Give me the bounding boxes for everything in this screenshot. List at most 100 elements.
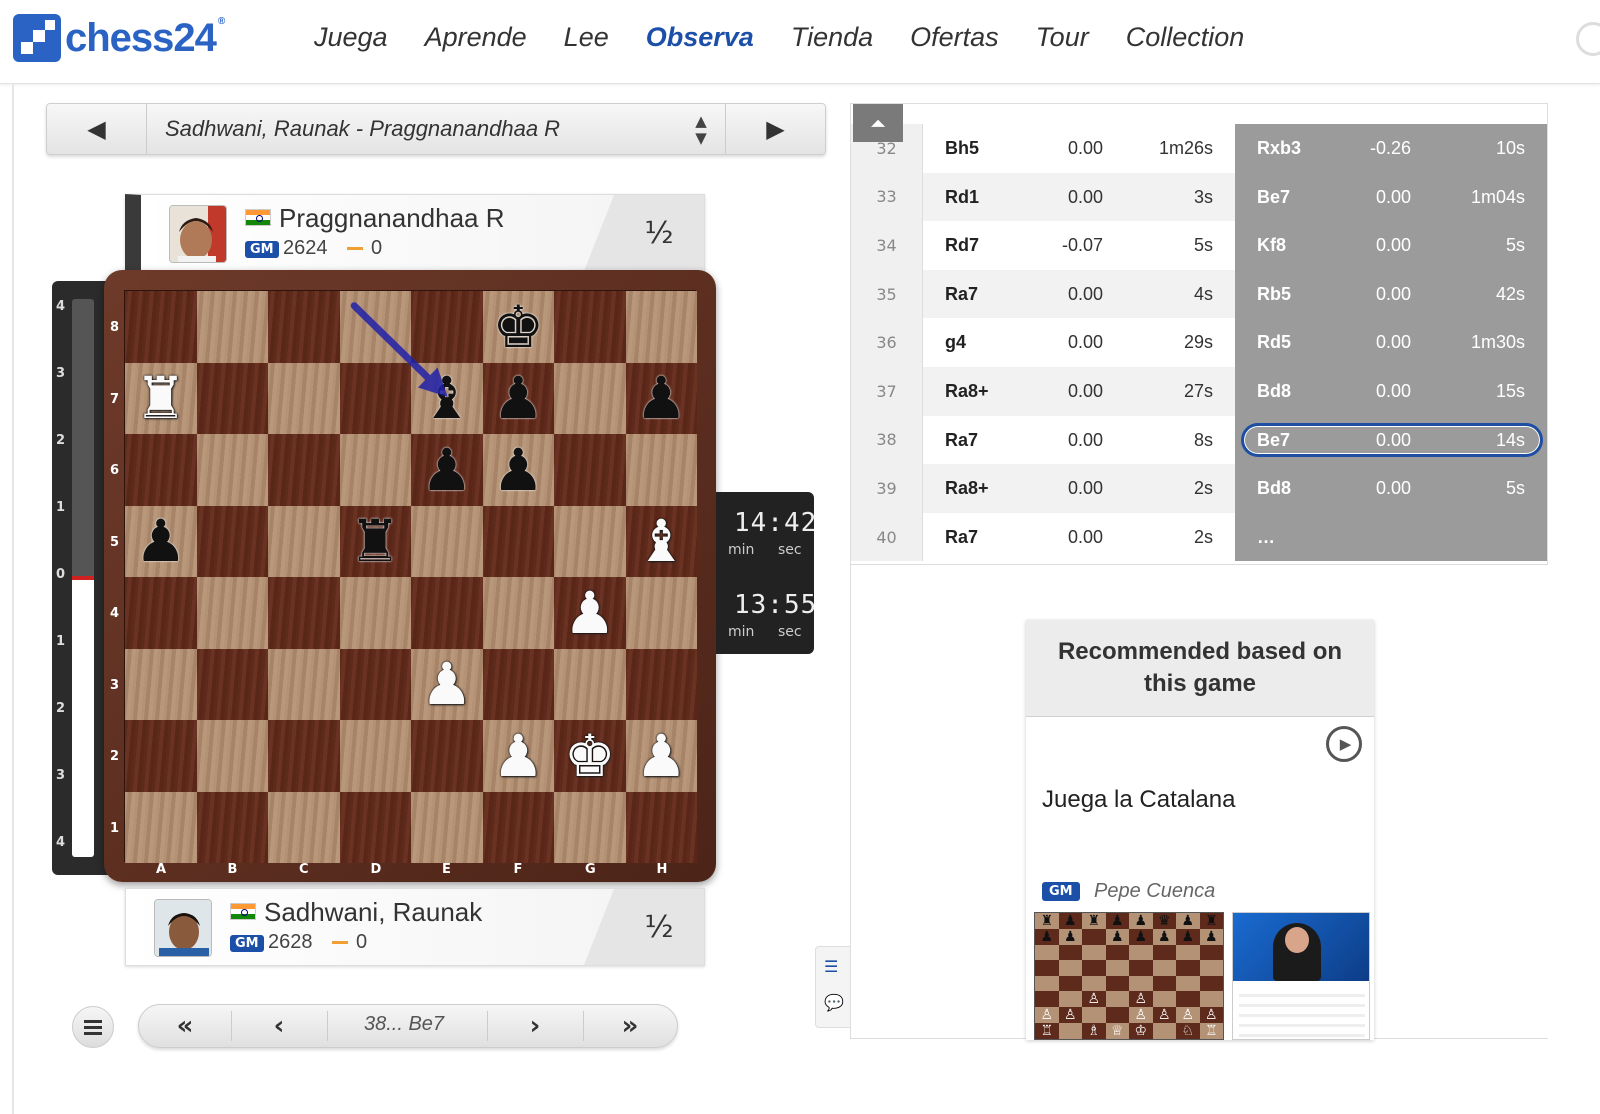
game-selector[interactable]: ◀ Sadhwani, Raunak - Praggnanandhaa R ▲ ▼… [46,103,826,155]
game-dropdown-icon[interactable]: ▲ ▼ [687,112,715,148]
square-a5[interactable]: ♟ [125,505,197,578]
nav-item-aprende[interactable]: Aprende [425,22,527,53]
square-f8[interactable]: ♚ [482,291,555,363]
next-game-button[interactable]: ▶ [725,104,825,154]
square-b5[interactable] [196,505,268,577]
square-g8[interactable] [554,291,626,363]
white-move[interactable]: Bh5 0.00 1m26s [923,124,1235,173]
previous-move-button[interactable]: ‹ [231,1005,327,1047]
black-move[interactable]: Rd5 0.00 1m30s [1235,318,1547,367]
square-a7[interactable]: ♜ [125,362,197,435]
search-icon[interactable] [1576,22,1600,56]
square-b7[interactable] [196,362,268,434]
nav-item-collection[interactable]: Collection [1126,22,1245,53]
square-a4[interactable] [125,577,197,649]
player-name[interactable]: Praggnanandhaa R [279,203,505,234]
square-a2[interactable] [125,720,197,792]
square-h5[interactable]: ♝ [625,505,698,578]
square-g5[interactable] [554,505,626,577]
nav-item-tour[interactable]: Tour [1036,22,1089,53]
chat-icon[interactable]: 💬 [824,993,844,1012]
square-e2[interactable] [411,720,483,792]
square-f7[interactable]: ♟ [482,362,555,435]
collapse-up-icon[interactable]: ⏶ [853,104,903,142]
square-e1[interactable] [411,791,483,863]
square-g1[interactable] [554,791,626,863]
video-thumbnail-presenter[interactable] [1232,912,1370,1040]
square-h2[interactable]: ♟ [625,720,698,792]
square-f2[interactable]: ♟ [482,720,555,792]
square-d1[interactable] [339,791,411,863]
black-move[interactable]: Rxb3 -0.26 10s [1235,124,1547,173]
white-bishop-icon[interactable]: ♝ [626,506,698,578]
square-f3[interactable] [482,648,554,720]
black-pawn-icon[interactable]: ♟ [125,506,197,578]
previous-game-button[interactable]: ◀ [47,104,147,154]
square-d7[interactable] [339,362,411,434]
white-rook-icon[interactable]: ♜ [125,363,197,435]
square-h6[interactable] [625,434,697,506]
black-move[interactable]: Be7 0.00 1m04s [1235,172,1547,222]
square-f6[interactable]: ♟ [482,434,555,506]
white-move[interactable]: Ra7 0.00 8s [923,415,1235,465]
black-pawn-icon[interactable]: ♟ [483,434,555,506]
white-pawn-icon[interactable]: ♟ [483,720,555,792]
square-g7[interactable] [554,362,626,434]
black-pawn-icon[interactable]: ♟ [626,363,698,435]
black-move[interactable]: Bd8 0.00 15s [1235,367,1547,416]
square-e5[interactable] [411,505,483,577]
square-e4[interactable] [411,577,483,649]
play-circle-icon[interactable]: ▶ [1326,726,1362,762]
square-d6[interactable] [339,434,411,506]
square-g3[interactable] [554,648,626,720]
square-a3[interactable] [125,648,197,720]
square-a8[interactable] [125,291,197,363]
square-b4[interactable] [196,577,268,649]
white-move[interactable]: Ra7 0.00 4s [923,269,1235,319]
list-icon[interactable]: ☰ [824,957,838,976]
square-h7[interactable]: ♟ [625,362,698,435]
black-pawn-icon[interactable]: ♟ [483,363,555,435]
white-pawn-icon[interactable]: ♟ [411,649,483,721]
square-h3[interactable] [625,648,697,720]
square-e7[interactable]: ♝ [411,362,483,435]
square-c5[interactable] [268,505,340,577]
black-rook-icon[interactable]: ♜ [340,506,412,578]
black-pawn-icon[interactable]: ♟ [411,434,483,506]
square-c2[interactable] [268,720,340,792]
square-a6[interactable] [125,434,197,506]
recommended-title[interactable]: Juega la Catalana [1042,786,1235,814]
black-king-icon[interactable]: ♚ [483,291,555,363]
white-pawn-icon[interactable]: ♟ [554,577,626,649]
square-f4[interactable] [482,577,554,649]
square-g2[interactable]: ♚ [554,720,626,792]
board-menu-button[interactable] [72,1006,114,1048]
square-b8[interactable] [196,291,268,363]
square-c4[interactable] [268,577,340,649]
square-c6[interactable] [268,434,340,506]
square-d5[interactable]: ♜ [339,505,412,578]
white-pawn-icon[interactable]: ♟ [626,720,698,792]
nav-item-ofertas[interactable]: Ofertas [910,22,999,53]
recommended-card[interactable]: Recommended based on this game ▶ Juega l… [1026,620,1374,1040]
chess24-logo[interactable]: chess24 ® [13,14,225,62]
black-move[interactable]: Rb5 0.00 42s [1235,269,1547,319]
white-move[interactable]: Ra7 0.00 2s [923,512,1235,562]
square-b2[interactable] [196,720,268,792]
square-h1[interactable] [625,791,697,863]
black-move[interactable]: … [1235,512,1547,562]
first-move-button[interactable]: « [139,1005,231,1047]
next-move-button[interactable]: › [487,1005,583,1047]
square-c8[interactable] [268,291,340,363]
square-f5[interactable] [482,505,554,577]
black-move[interactable]: Be7 0.00 14s [1235,415,1547,465]
square-e3[interactable]: ♟ [411,648,483,721]
square-d2[interactable] [339,720,411,792]
black-bishop-icon[interactable]: ♝ [411,363,483,435]
square-h8[interactable] [625,291,697,363]
nav-item-juega[interactable]: Juega [314,22,388,53]
player-name[interactable]: Sadhwani, Raunak [264,897,482,928]
black-move[interactable]: Bd8 0.00 5s [1235,464,1547,513]
last-move-button[interactable]: » [583,1005,677,1047]
nav-item-tienda[interactable]: Tienda [791,22,873,53]
